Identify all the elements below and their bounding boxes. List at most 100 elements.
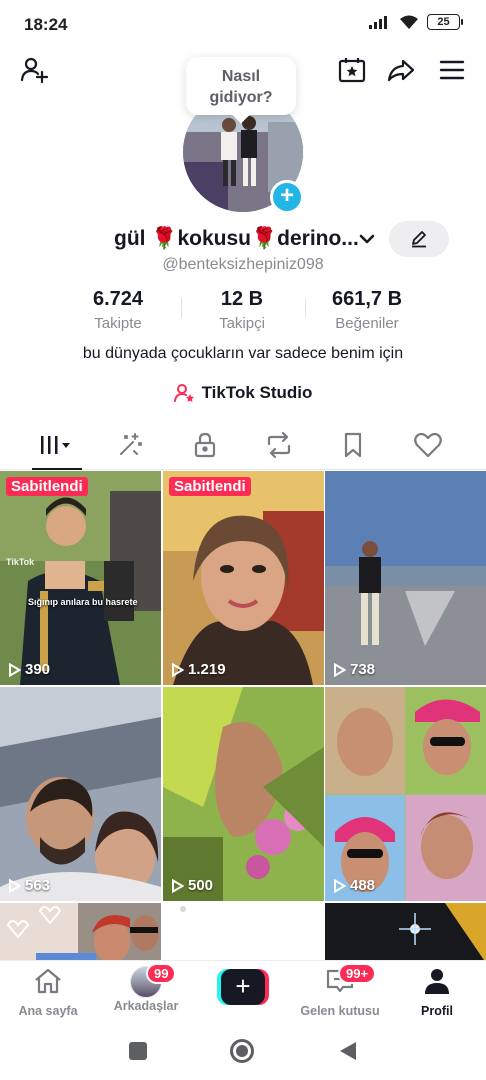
nav-label: Ana sayfa (18, 1004, 78, 1018)
display-name[interactable]: gül 🌹kokusu🌹derino... (114, 227, 359, 251)
video-thumbnail[interactable]: 738 (325, 471, 486, 685)
stat-label: Beğeniler (335, 315, 399, 332)
stat-divider (305, 298, 306, 318)
nav-label: Profil (421, 1004, 453, 1018)
nav-friends[interactable]: Arkadaşlar 99 (98, 963, 194, 1013)
battery-level: 25 (437, 16, 450, 28)
add-story-button[interactable]: + (270, 180, 304, 214)
view-count: 738 (333, 661, 375, 678)
video-thumbnail[interactable]: 488 (325, 687, 486, 901)
view-count-value: 738 (350, 661, 376, 678)
menu-icon[interactable] (436, 54, 468, 86)
sparkle-icon (120, 433, 142, 455)
play-icon (9, 662, 21, 677)
view-count: 488 (333, 877, 375, 894)
friends-badge: 99 (146, 963, 177, 984)
edit-profile-button[interactable] (389, 221, 449, 257)
view-count-value: 500 (188, 877, 214, 894)
heart-icon (414, 432, 442, 458)
system-navigation-bar (0, 1028, 486, 1080)
pencil-icon (412, 231, 426, 248)
status-bubble[interactable]: Nasıl gidiyor? (186, 57, 296, 115)
studio-user-icon (173, 384, 194, 402)
add-friend-icon[interactable] (18, 54, 50, 86)
tiktok-watermark: TikTok (6, 557, 35, 567)
bubble-line-2: gidiyor? (209, 89, 273, 106)
nav-profile[interactable]: Profil (389, 967, 485, 1018)
stat-following[interactable]: 6.724 Takipte (58, 288, 178, 332)
video-thumbnail[interactable] (163, 903, 324, 960)
stat-likes[interactable]: 661,7 B Beğeniler (307, 288, 427, 332)
stat-value: 12 B (220, 288, 264, 310)
share-icon[interactable] (385, 54, 417, 86)
battery-icon: 25 (427, 14, 463, 30)
play-icon (9, 878, 21, 893)
pinned-badge: Sabitlendi (6, 477, 88, 496)
grid-icon (41, 436, 70, 454)
tab-saved[interactable] (323, 422, 383, 468)
username: @benteksizhepiniz098 (162, 256, 324, 273)
home-icon (35, 968, 61, 994)
inbox-badge: 99+ (338, 963, 377, 984)
video-thumbnail[interactable]: 500 (163, 687, 324, 901)
video-thumbnail[interactable] (0, 903, 161, 960)
active-tab-indicator (32, 468, 82, 470)
create-button[interactable]: + (217, 969, 269, 1005)
chevron-down-icon[interactable] (358, 232, 376, 251)
tab-reposts[interactable] (249, 422, 309, 468)
calendar-star-icon[interactable] (336, 54, 368, 86)
name-row: gül 🌹kokusu🌹derino... (0, 221, 486, 257)
profile-icon (425, 969, 449, 994)
view-count-value: 488 (350, 877, 376, 894)
stat-value: 661,7 B (331, 288, 403, 310)
back-button[interactable] (338, 1040, 358, 1062)
bottom-nav: Ana sayfa Arkadaşlar 99 + Gelen kutusu 9… (0, 960, 486, 1028)
pinned-badge: Sabitlendi (169, 477, 251, 496)
video-thumbnail[interactable] (325, 903, 486, 960)
view-count-value: 1.219 (188, 661, 226, 678)
stat-followers[interactable]: 12 B Takipçi (182, 288, 302, 332)
lock-icon (194, 432, 216, 458)
bookmark-icon (344, 432, 362, 458)
video-thumbnail[interactable]: 563 (0, 687, 161, 901)
play-icon (172, 878, 184, 893)
status-icons: 25 (369, 14, 463, 30)
wifi-icon (400, 15, 418, 29)
signal-icon (369, 16, 387, 29)
repost-icon (267, 431, 291, 459)
status-time: 18:24 (24, 15, 68, 34)
recent-apps-button[interactable] (129, 1042, 147, 1060)
play-icon (334, 662, 346, 677)
video-thumbnail[interactable]: Sabitlendi TikTok Sığınıp anılara bu has… (0, 471, 161, 685)
view-count: 563 (8, 877, 50, 894)
play-icon (172, 662, 184, 677)
view-count-value: 390 (25, 661, 51, 678)
tab-private[interactable] (175, 422, 235, 468)
tab-reposts-sparkle[interactable] (100, 422, 160, 468)
play-icon (334, 878, 346, 893)
view-count: 500 (171, 877, 213, 894)
video-grid: Sabitlendi TikTok Sığınıp anılara bu has… (0, 471, 486, 960)
status-bar: 18:24 25 (0, 0, 486, 48)
video-thumbnail[interactable]: Sabitlendi 1.219 (163, 471, 324, 685)
view-count-value: 563 (25, 877, 51, 894)
stat-label: Takipte (94, 315, 142, 332)
plus-icon: + (221, 969, 265, 1005)
stat-value: 6.724 (92, 288, 144, 310)
bio-text: bu dünyada çocukların var sadece benim i… (82, 345, 404, 362)
tab-liked[interactable] (398, 422, 458, 468)
content-tabs (0, 422, 486, 470)
profile-stats: 6.724 Takipte 12 B Takipçi 661,7 B Beğen… (0, 288, 486, 338)
nav-label: Gelen kutusu (300, 1004, 380, 1018)
studio-label: TikTok Studio (201, 383, 313, 402)
nav-home[interactable]: Ana sayfa (0, 967, 96, 1018)
view-count: 1.219 (171, 661, 226, 678)
video-caption: Sığınıp anılara bu hasrete (28, 597, 138, 607)
tiktok-studio-link[interactable]: TikTok Studio (0, 383, 486, 403)
nav-inbox[interactable]: Gelen kutusu 99+ (292, 963, 388, 1018)
tab-videos[interactable] (27, 422, 87, 468)
stat-label: Takipçi (219, 315, 265, 332)
home-button[interactable] (230, 1039, 254, 1063)
view-count: 390 (8, 661, 50, 678)
bubble-line-1: Nasıl (221, 68, 261, 85)
